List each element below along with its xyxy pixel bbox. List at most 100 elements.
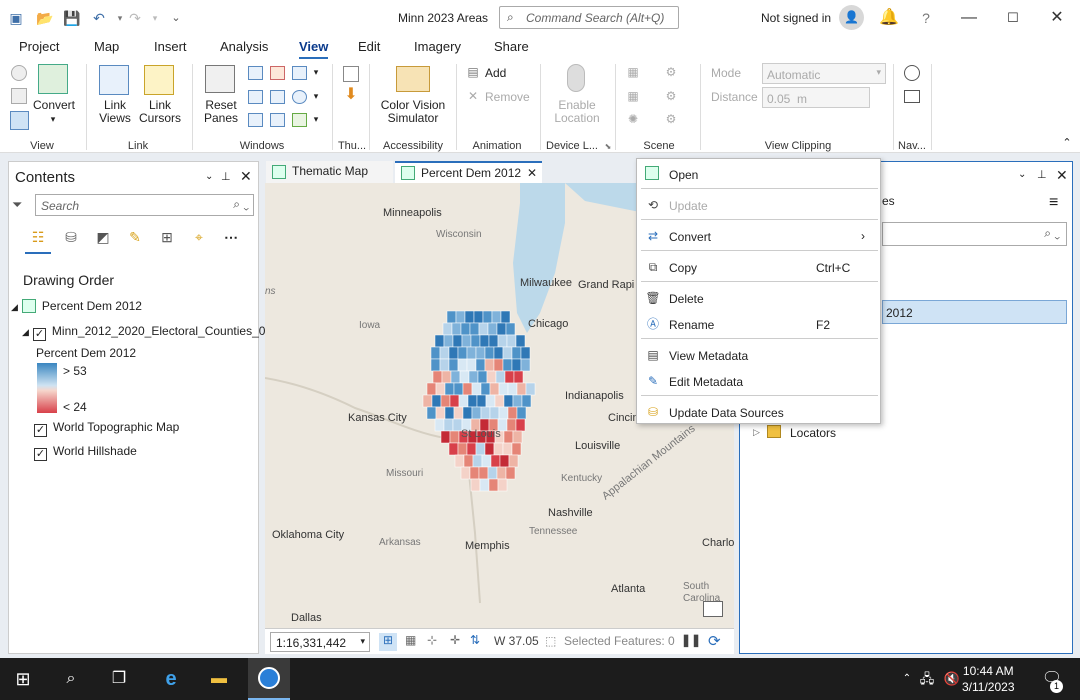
color-vision-simulator-button[interactable]: Color Vision Simulator [375, 99, 451, 125]
signin-status[interactable]: Not signed in [761, 11, 831, 25]
table-icon[interactable] [270, 113, 285, 127]
undo-icon[interactable]: ↶ [90, 9, 108, 27]
basemap-item[interactable]: ✓ World Topographic Map [34, 420, 179, 437]
help-icon[interactable]: ? [914, 6, 938, 30]
tab-thematic-map[interactable]: Thematic Map [266, 161, 393, 183]
expand-icon[interactable]: ▷ [753, 427, 760, 438]
tab-imagery[interactable]: Imagery [414, 39, 461, 54]
new-project-icon[interactable]: ▣ [7, 9, 25, 27]
internet-explorer-icon[interactable]: e [159, 668, 183, 690]
pane-dropdown-icon[interactable]: ▾ [311, 66, 321, 79]
tab-share[interactable]: Share [494, 39, 529, 54]
catalog-pane-icon[interactable] [248, 66, 263, 80]
crosshair-icon[interactable]: ✛ [450, 633, 460, 647]
tab-percent-dem-2012[interactable]: Percent Dem 2012 ✕ [395, 161, 542, 183]
selection-icon[interactable]: ◩ [92, 226, 114, 248]
attribution-icon[interactable] [703, 601, 723, 617]
file-explorer-icon[interactable]: ▬ [207, 668, 231, 690]
system-clock[interactable]: 10:44 AM 3/11/2023 [962, 663, 1015, 695]
close-tab-icon[interactable]: ✕ [527, 166, 537, 180]
python-dropdown-icon[interactable]: ▾ [311, 113, 321, 126]
drawing-order-icon[interactable]: ☷ [27, 226, 49, 248]
tasks-icon[interactable] [270, 90, 285, 104]
open-folder-icon[interactable]: 📂 [36, 9, 54, 27]
menu-item-copy[interactable]: ⧉ Copy Ctrl+C [637, 254, 880, 280]
hamburger-menu-icon[interactable]: ≡ [1049, 194, 1058, 212]
contents-pane-icon[interactable] [248, 113, 263, 127]
maximize-button[interactable]: ☐ [1001, 6, 1025, 30]
close-window-button[interactable]: ✕ [1045, 6, 1069, 30]
hillshade-visibility-checkbox[interactable]: ✓ [34, 448, 47, 461]
globe-dropdown-icon[interactable]: ▾ [311, 90, 321, 103]
pin-icon[interactable]: ⊥ [221, 170, 231, 183]
map-view-icon[interactable] [10, 111, 29, 130]
hillshade-item[interactable]: ✓ World Hillshade [34, 444, 137, 461]
pin-icon[interactable]: ⊥ [1037, 168, 1047, 181]
python-icon[interactable] [292, 113, 307, 127]
collapse-icon[interactable]: ◢ [22, 327, 29, 337]
scale-select[interactable]: 1:16,331,442 ▾ [270, 632, 370, 652]
arcgis-pro-taskbar-button[interactable] [248, 658, 290, 700]
camera-icon[interactable] [904, 90, 920, 103]
filter-icon[interactable]: ⏷ [12, 197, 22, 213]
menu-item-delete[interactable]: 🗑 Delete [637, 285, 880, 311]
catalog-search-input[interactable]: ⌕ ⌄ [882, 222, 1067, 246]
convert-dropdown-icon[interactable]: ▾ [45, 113, 61, 126]
contents-search-input[interactable]: Search ⌕ ⌄ [35, 194, 254, 216]
dialog-launcher-icon[interactable]: ⬊ [603, 140, 613, 153]
notifications-icon[interactable]: 🔔 [877, 6, 901, 30]
editing-icon[interactable]: ✎ [124, 226, 146, 248]
link-views-button[interactable]: Link Views [92, 99, 138, 125]
minimize-button[interactable]: — [957, 6, 981, 30]
globe-pane-icon[interactable] [292, 90, 307, 104]
tab-project[interactable]: Project [19, 39, 59, 54]
close-pane-icon[interactable]: ✕ [240, 168, 252, 185]
add-keyframe-icon[interactable]: ▤ [465, 66, 481, 79]
thumbnail-icon[interactable] [343, 66, 359, 82]
snapping-icon[interactable]: ⊞ [156, 226, 178, 248]
download-arrow-icon[interactable]: ⬇ [343, 87, 359, 103]
link-cursors-button[interactable]: Link Cursors [138, 99, 182, 125]
menu-item-convert[interactable]: ⇄ Convert › [637, 223, 880, 249]
customize-toolbar-icon[interactable]: ⌄ [167, 9, 185, 27]
convert-button[interactable]: Convert [32, 99, 76, 112]
labeling-icon[interactable]: ⌖ [188, 226, 210, 248]
layer-tree-item[interactable]: ◢ ✓ Minn_2012_2020_Electoral_Counties_0 [22, 324, 265, 341]
snap-icon[interactable]: ⊹ [427, 633, 437, 647]
map-tree-item[interactable]: ◢ Percent Dem 2012 [11, 299, 142, 313]
close-pane-icon[interactable]: ✕ [1056, 167, 1068, 184]
tab-edit[interactable]: Edit [358, 39, 380, 54]
selected-catalog-item[interactable]: 2012 [882, 300, 1067, 324]
reset-panes-icon[interactable] [205, 65, 235, 93]
task-view-icon[interactable]: ❐ [107, 668, 131, 690]
tab-map[interactable]: Map [94, 39, 119, 54]
locators-label[interactable]: Locators [790, 426, 836, 440]
save-icon[interactable]: 💾 [63, 9, 81, 27]
tab-view[interactable]: View [299, 39, 329, 59]
pane-icon[interactable] [292, 66, 307, 80]
user-avatar-icon[interactable]: 👤 [839, 5, 864, 30]
menu-item-open[interactable]: Open [637, 161, 880, 187]
menu-item-rename[interactable]: Ⓐ Rename F2 [637, 311, 880, 337]
navigator-icon[interactable] [904, 65, 920, 81]
north-arrow-icon[interactable]: ⇅ [470, 633, 480, 647]
convert-icon[interactable] [38, 64, 68, 94]
basemap-visibility-checkbox[interactable]: ✓ [34, 424, 47, 437]
pane-options-icon[interactable]: ⌄ [1018, 169, 1026, 180]
add-button[interactable]: Add [485, 67, 506, 80]
color-vision-icon[interactable] [396, 66, 430, 92]
catalog-view-icon[interactable] [248, 90, 263, 104]
layer-visibility-checkbox[interactable]: ✓ [32, 328, 46, 341]
menu-item-update-data-sources[interactable]: ⛁ Update Data Sources [637, 399, 880, 425]
geoprocessing-icon[interactable] [270, 66, 285, 80]
reset-panes-button[interactable]: Reset Panes [197, 99, 245, 125]
link-cursors-icon[interactable] [144, 65, 174, 95]
table-grid-icon[interactable]: ▦ [405, 633, 416, 647]
windows-start-icon[interactable]: ⊞ [11, 668, 35, 690]
pane-options-icon[interactable]: ⌄ [205, 171, 213, 182]
search-dropdown-icon[interactable]: ⌕ ⌄ [233, 197, 249, 212]
data-source-icon[interactable]: ⛁ [60, 226, 82, 248]
search-icon[interactable]: ⌕ [59, 668, 83, 690]
more-options-icon[interactable]: ⋯ [220, 226, 242, 248]
link-views-icon[interactable] [99, 65, 129, 95]
